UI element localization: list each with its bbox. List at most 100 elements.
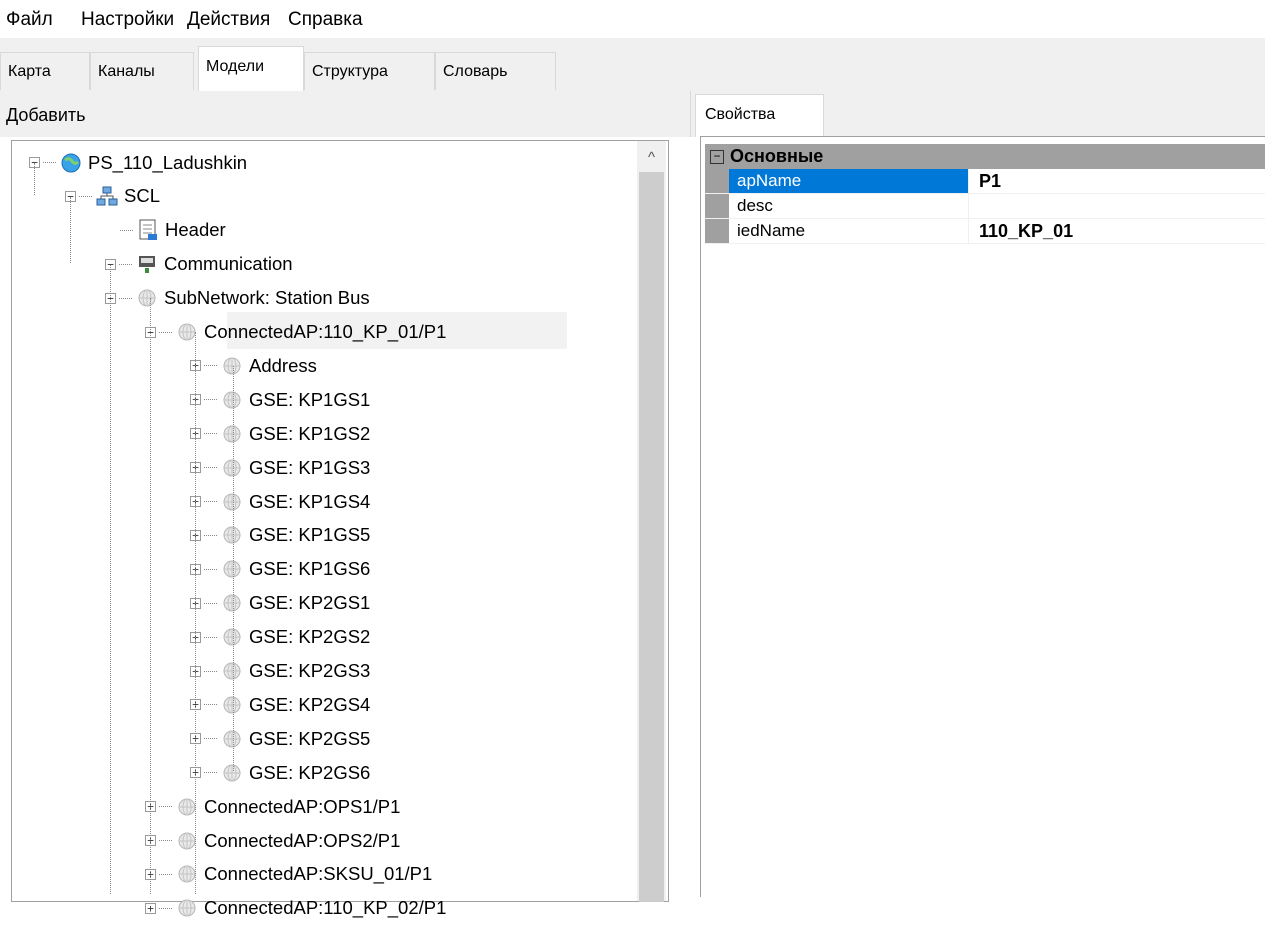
network-card-icon xyxy=(136,253,158,275)
tab-channels[interactable]: Каналы xyxy=(90,52,194,90)
tree-node-label: PS_110_Ladushkin xyxy=(88,151,248,173)
tree-connector xyxy=(204,365,217,367)
tree-node[interactable]: − ConnectedAP:110_KP_01/P1 xyxy=(145,316,446,349)
tree-node[interactable]: + GSE: KP1GS1 xyxy=(190,383,370,416)
tree-connector xyxy=(204,399,217,401)
tree-node-label: ConnectedAP:110_KP_01/P1 xyxy=(204,321,447,342)
collapse-icon[interactable]: − xyxy=(710,150,724,165)
menu-settings[interactable]: Настройки xyxy=(81,9,174,31)
property-row-apname[interactable]: apName P1 xyxy=(705,169,1265,194)
globe-icon xyxy=(60,152,82,174)
document-icon xyxy=(137,219,159,241)
tree-connector xyxy=(159,331,172,333)
tree-node-label: GSE: KP2GS3 xyxy=(249,660,371,681)
add-button[interactable]: Добавить xyxy=(6,105,86,126)
tree-node[interactable]: + GSE: KP2GS3 xyxy=(190,655,370,688)
tree-connector xyxy=(119,297,132,299)
tree-node-label: GSE: KP1GS4 xyxy=(249,490,371,512)
category-label: Основные xyxy=(730,146,824,166)
tab-models[interactable]: Модели xyxy=(198,46,304,91)
tab-properties[interactable]: Свойства xyxy=(695,94,824,137)
property-value[interactable] xyxy=(970,194,1265,218)
property-row-desc[interactable]: desc xyxy=(705,194,1265,219)
tree-node[interactable]: + GSE: KP2GS5 xyxy=(190,722,370,755)
property-name: desc xyxy=(729,194,969,218)
tree-connector xyxy=(204,467,217,469)
tree-connector xyxy=(159,840,172,841)
property-value[interactable]: P1 xyxy=(970,169,1265,193)
menu-bar: Файл Настройки Действия Справка xyxy=(0,0,1265,38)
property-name: apName xyxy=(729,169,969,193)
tree-node[interactable]: + Address xyxy=(190,349,317,382)
tab-map[interactable]: Карта xyxy=(0,52,90,90)
tree-node[interactable]: − SCL xyxy=(65,180,160,213)
tree-node-label: GSE: KP1GS6 xyxy=(249,558,371,580)
tree-connector xyxy=(204,636,217,638)
tree-guide-line xyxy=(110,265,111,894)
tree-node-label: GSE: KP2GS2 xyxy=(249,626,371,648)
tree-node[interactable]: − Communication xyxy=(105,248,293,281)
tree-node[interactable]: + GSE: KP1GS6 xyxy=(190,553,370,586)
tree-node-label: ConnectedAP:110_KP_02/P1 xyxy=(204,897,447,919)
property-name: iedName xyxy=(729,219,969,243)
subnet-icon xyxy=(221,626,243,648)
property-row-iedname[interactable]: iedName 110_KP_01 xyxy=(705,219,1265,244)
subnet-icon xyxy=(221,457,243,479)
tree-node[interactable]: + ConnectedAP:OPS2/P1 xyxy=(145,824,400,857)
tree-node[interactable]: − SubNetwork: Station Bus xyxy=(105,282,370,315)
property-value[interactable]: 110_KP_01 xyxy=(970,219,1265,243)
left-panel-header: Добавить xyxy=(0,91,690,137)
menu-help[interactable]: Справка xyxy=(288,9,363,31)
tree-node[interactable]: + GSE: KP2GS4 xyxy=(190,688,370,721)
property-grid xyxy=(700,136,1265,897)
tree-connector xyxy=(119,263,132,265)
tree-connector xyxy=(204,568,217,570)
tree-node[interactable]: Header xyxy=(105,214,226,247)
tree-node-label: GSE: KP2GS5 xyxy=(249,727,371,749)
subnet-icon xyxy=(221,762,243,784)
tree-connector xyxy=(120,229,133,231)
tree-node[interactable]: + GSE: KP1GS4 xyxy=(190,485,370,518)
tree-node[interactable]: + ConnectedAP:110_KP_02/P1 xyxy=(145,892,446,925)
tree-node[interactable]: + GSE: KP1GS5 xyxy=(190,519,370,552)
tree-node-label: Header xyxy=(165,219,226,241)
tree-node[interactable]: + ConnectedAP:SKSU_01/P1 xyxy=(145,858,432,891)
subnet-icon xyxy=(221,524,243,546)
tab-dictionary[interactable]: Словарь xyxy=(435,52,556,90)
subnet-icon xyxy=(221,592,243,614)
tree-connector xyxy=(159,907,172,909)
tab-structure[interactable]: Структура xyxy=(304,52,435,90)
scrollbar-thumb[interactable] xyxy=(639,172,664,902)
tree-connector xyxy=(204,738,217,740)
subnet-icon xyxy=(221,660,243,682)
property-category[interactable]: − Основные xyxy=(705,144,1265,169)
tree-node[interactable]: − PS_110_Ladushkin xyxy=(29,146,247,179)
tree-connector xyxy=(204,433,217,435)
tree-node[interactable]: + GSE: KP2GS6 xyxy=(190,756,370,789)
subnet-icon xyxy=(221,694,243,716)
tree-guide-line xyxy=(150,298,151,894)
tree-node-label: SubNetwork: Station Bus xyxy=(164,287,370,309)
subnet-icon xyxy=(221,355,243,377)
tree-node-label: GSE: KP1GS1 xyxy=(249,388,371,410)
tree-node-label: GSE: KP2GS4 xyxy=(249,693,371,715)
tree-node[interactable]: + GSE: KP1GS2 xyxy=(190,417,370,450)
tree-node[interactable]: + GSE: KP2GS2 xyxy=(190,621,370,654)
tree-node[interactable]: + GSE: KP1GS3 xyxy=(190,451,370,484)
menu-file[interactable]: Файл xyxy=(6,9,53,31)
tree-node-label: ConnectedAP:SKSU_01/P1 xyxy=(204,863,433,885)
tree-connector xyxy=(79,195,92,197)
menu-actions[interactable]: Действия xyxy=(187,9,270,31)
tree-node-label: ConnectedAP:OPS2/P1 xyxy=(204,829,401,851)
tree-node-label: GSE: KP2GS1 xyxy=(249,592,371,614)
tree-connector xyxy=(159,806,172,808)
tree-connector xyxy=(204,772,217,774)
scroll-up-icon[interactable]: ^ xyxy=(637,141,666,171)
tree-node[interactable]: + ConnectedAP:OPS1/P1 xyxy=(145,790,400,823)
tree-node-label: SCL xyxy=(124,185,160,207)
tree-connector xyxy=(204,534,217,536)
subnet-icon xyxy=(221,491,243,513)
expand-icon[interactable]: + xyxy=(145,902,156,914)
tree-node-label: GSE: KP1GS5 xyxy=(249,524,371,546)
tree-node[interactable]: + GSE: KP2GS1 xyxy=(190,587,370,620)
